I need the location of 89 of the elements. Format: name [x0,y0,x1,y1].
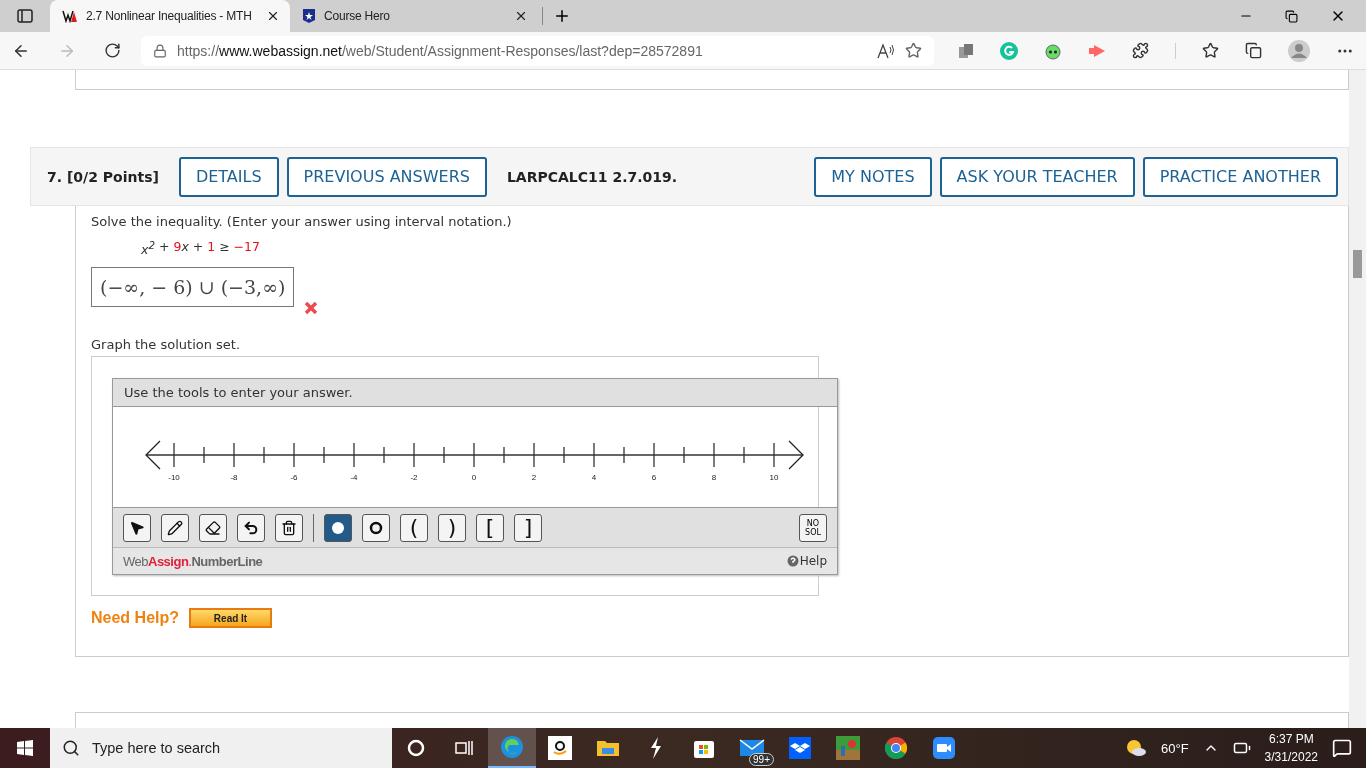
tick-label: 6 [651,473,657,483]
search-icon [62,739,80,757]
tool-instruction: Use the tools to enter your answer. [124,385,353,401]
question-prompt: Solve the inequality. (Enter your answer using interval notation.) [91,214,513,229]
read-it-button[interactable]: Read It [189,608,272,629]
inequality-term: + [158,239,171,256]
tick-label: 0 [471,473,477,483]
closed-dot-tool[interactable] [324,513,352,542]
robot-icon[interactable] [1044,41,1062,60]
pointer-tool[interactable] [123,513,151,542]
tick-label: -8 [230,473,238,483]
mail-taskbar-button[interactable]: 99+ [728,728,776,768]
browser-tab[interactable]: 2.7 Nonlinear Inequalities - MTH [50,0,290,32]
bracket-tool[interactable]: [ [476,513,504,542]
profile-avatar-icon[interactable] [1288,39,1310,62]
pencil-tool[interactable] [161,513,189,542]
star-shield-icon [302,8,316,24]
share-arrow-icon[interactable] [1088,43,1106,58]
windows-logo-icon [17,740,33,756]
question-button[interactable]: ASK YOUR TEACHER [939,156,1135,197]
scroll-thumb[interactable] [1353,250,1362,278]
close-icon[interactable] [266,9,280,23]
tick-label: 8 [711,473,717,483]
tab-actions-icon[interactable] [17,9,33,23]
inequality-term: 9 [173,239,182,256]
bracket-tool[interactable]: ] [514,513,542,542]
tick-label: -4 [350,473,358,483]
no-solution-button[interactable]: NO SOL [799,513,827,542]
eraser-tool[interactable] [199,513,227,542]
scrollbar[interactable] [1349,70,1366,728]
notifications-icon[interactable] [1332,738,1352,758]
tick-label: 4 [591,473,597,483]
tick-label: -6 [290,473,298,483]
inequality-term: + [191,239,205,256]
weather-icon [1125,739,1147,757]
favorite-icon[interactable] [905,42,922,59]
restore-icon[interactable] [1285,9,1298,23]
tick-label: -2 [410,473,418,483]
address-bar[interactable]: https://www.webassign.net/web/Student/Assignment-Responses/last?dep=28572891 [141,35,934,66]
trash-tool[interactable] [275,513,303,542]
inequality-term: x [181,239,189,256]
undo-icon [243,519,259,536]
need-help-label: Need Help? [91,609,179,628]
question-code: LARPCALC11 2.7.019. [506,168,679,185]
question-button[interactable]: PREVIOUS ANSWERS [286,156,487,197]
taskbar-clock[interactable]: 6:37 PM 3/31/2022 [1264,730,1318,766]
url-text: https://www.webassign.net/web/Student/Assignment-Responses/last?dep=28572891 [177,42,704,59]
question-button[interactable]: PRACTICE ANOTHER [1142,156,1338,197]
site-logo-icon [62,9,78,23]
brand-name: WebAssign.NumberLine [123,553,263,569]
taskbar-search-field[interactable]: Type here to search [50,728,392,768]
tick-label: 10 [769,473,779,483]
collections-add-icon[interactable] [1245,42,1262,59]
graph-prompt: Graph the solution set. [91,337,242,353]
answer-field[interactable]: (−∞, − 6) ∪ (−3,∞) [91,267,295,308]
help-link[interactable]: Help [786,554,827,569]
favorites-list-icon[interactable] [1202,42,1219,59]
collections-icon[interactable] [958,42,974,59]
bracket-tool[interactable]: ( [400,513,428,542]
read-aloud-icon[interactable] [877,42,895,59]
question-button[interactable]: DETAILS [178,156,279,197]
number-line-canvas[interactable]: -10 -8 -6 -4 -2 0 2 4 6 8 10 [113,407,837,508]
question-points: 7. [0/2 Points] [47,168,159,185]
tick-label: -10 [168,473,180,483]
extensions-icon[interactable] [1132,42,1149,59]
help-icon [786,555,799,568]
mail-badge: 99+ [749,753,774,766]
browser-tab[interactable]: Course Hero [290,2,538,30]
new-tab-icon[interactable] [553,7,571,25]
inequality-term: −17 [233,239,260,256]
undo-tool[interactable] [237,513,265,542]
inequality-term: 1 [207,239,216,256]
bracket-tool[interactable]: ) [438,513,466,542]
eraser-icon [205,519,221,536]
question-button[interactable]: MY NOTES [814,156,932,197]
open-dot-tool[interactable] [362,513,390,542]
pencil-icon [167,519,183,536]
pointer-icon [129,519,145,536]
browser-app-icon[interactable] [488,728,536,768]
inequality-term: ≥ [218,239,231,256]
refresh-icon[interactable] [104,41,121,60]
closed-dot-icon [331,520,345,535]
open-dot-icon [369,520,383,535]
inequality-term: x$^{2}$ [141,239,156,258]
weather-temperature: 60°F [1161,740,1189,756]
tick-label: 2 [531,473,537,483]
lock-icon [153,43,167,58]
trash-icon [281,519,297,536]
close-icon[interactable] [514,9,528,23]
